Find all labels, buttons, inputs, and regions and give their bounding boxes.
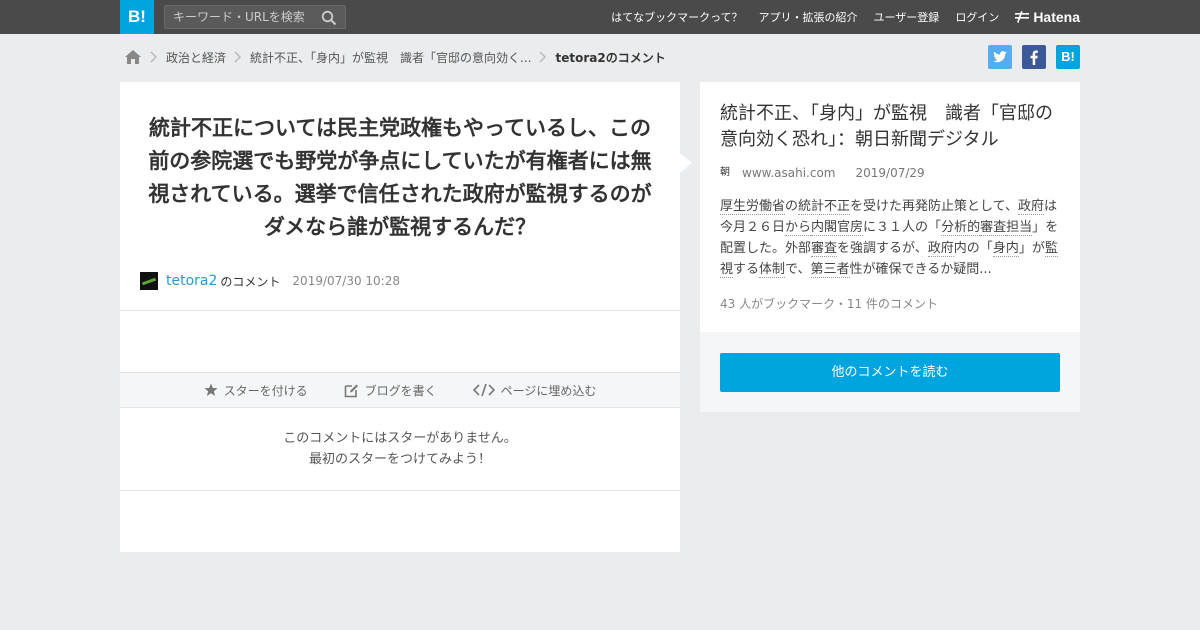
facebook-icon bbox=[1030, 50, 1038, 65]
description-keyword[interactable]: 統計不正 bbox=[798, 199, 851, 215]
entry-footer: 他のコメントを読む bbox=[700, 332, 1080, 412]
entry-title[interactable]: 統計不正、「身内」が監視 識者「官邸の意向効く恐れ」：朝日新聞デジタル bbox=[720, 101, 1065, 153]
entry-date: 2019/07/29 bbox=[855, 166, 925, 180]
search-box bbox=[164, 5, 346, 29]
hatena-brand-icon bbox=[1015, 11, 1030, 23]
description-keyword[interactable]: 体制 bbox=[759, 262, 786, 278]
add-star-button[interactable]: スターを付ける bbox=[203, 382, 308, 399]
divider bbox=[120, 490, 680, 491]
nav-about[interactable]: はてなブックマークって？ bbox=[611, 9, 742, 25]
facebook-share-button[interactable] bbox=[1022, 45, 1046, 69]
search-input[interactable] bbox=[165, 6, 315, 28]
site-favicon: 朝 bbox=[720, 167, 730, 178]
description-keyword[interactable]: 政府 bbox=[927, 241, 954, 257]
description-keyword[interactable]: 厚生労働省 bbox=[720, 199, 786, 215]
twitter-share-button[interactable] bbox=[988, 45, 1012, 69]
hatena-bookmark-share-button[interactable]: B! bbox=[1056, 45, 1080, 69]
chevron-right-icon bbox=[234, 51, 242, 63]
no-star-line-2: 最初のスターをつけてみよう！ bbox=[308, 452, 491, 467]
description-keyword[interactable]: 第三者 bbox=[810, 262, 850, 278]
description-keyword[interactable]: 政府 bbox=[1018, 199, 1045, 215]
embed-page-button[interactable]: ページに埋め込む bbox=[472, 382, 597, 399]
no-star-message: このコメントにはスターがありません。 最初のスターをつけてみよう！ bbox=[120, 428, 680, 470]
hatena-brand-text: Hatena bbox=[1033, 9, 1080, 25]
write-blog-button[interactable]: ブログを書く bbox=[344, 382, 437, 399]
edit-icon bbox=[344, 384, 358, 397]
description-keyword[interactable]: 身内 bbox=[992, 241, 1019, 257]
no-star-line-1: このコメントにはスターがありません。 bbox=[283, 431, 517, 446]
search-icon[interactable] bbox=[321, 10, 337, 26]
add-star-label: スターを付ける bbox=[223, 383, 308, 398]
description-keyword[interactable]: 担当 bbox=[1006, 220, 1033, 236]
comment-date[interactable]: 2019/07/30 10:28 bbox=[292, 274, 400, 288]
description-text: の bbox=[785, 199, 799, 214]
description-text: に３１人の「 bbox=[863, 220, 942, 235]
description-keyword[interactable]: 審査 bbox=[980, 220, 1007, 236]
breadcrumb-category[interactable]: 政治と経済 bbox=[166, 49, 226, 66]
description-text: する bbox=[733, 262, 760, 277]
share-buttons: B! bbox=[978, 45, 1080, 69]
entry-bookmark-count[interactable]: 43 人がブックマーク・11 件のコメント bbox=[720, 295, 938, 312]
comment-meta: tetora2 のコメント 2019/07/30 10:28 bbox=[140, 271, 400, 291]
read-other-comments-button[interactable]: 他のコメントを読む bbox=[720, 353, 1060, 392]
comment-username[interactable]: tetora2 bbox=[166, 273, 217, 289]
description-text: で、 bbox=[785, 262, 811, 277]
hatena-bookmark-logo[interactable]: B! bbox=[120, 0, 154, 34]
nav-login[interactable]: ログイン bbox=[955, 9, 999, 25]
entry-card: 統計不正、「身内」が監視 識者「官邸の意向効く恐れ」：朝日新聞デジタル 朝 ww… bbox=[700, 82, 1080, 332]
avatar[interactable] bbox=[140, 272, 158, 290]
nav-register[interactable]: ユーザー登録 bbox=[874, 9, 940, 25]
comment-card: 統計不正については民主党政権もやっているし、この前の参院選でも野党が争点にしてい… bbox=[120, 82, 680, 552]
header-nav: はてなブックマークって？ アプリ・拡張の紹介 ユーザー登録 ログイン Haten… bbox=[595, 0, 1080, 34]
description-keyword[interactable]: から bbox=[785, 220, 812, 236]
nav-apps[interactable]: アプリ・拡張の紹介 bbox=[759, 9, 858, 25]
description-text: を受けた再発防止策として、 bbox=[850, 199, 1019, 214]
twitter-icon bbox=[993, 51, 1007, 63]
description-text: 」が bbox=[1018, 241, 1045, 256]
description-keyword[interactable]: 内閣官房 bbox=[811, 220, 864, 236]
description-text: 性が確保できるか疑問... bbox=[849, 262, 992, 277]
description-text: を強調するが、 bbox=[837, 241, 928, 256]
write-blog-label: ブログを書く bbox=[364, 383, 437, 398]
comment-actions: スターを付ける ブログを書く ページに埋め込む bbox=[120, 372, 680, 408]
entry-domain[interactable]: www.asahi.com bbox=[742, 166, 836, 180]
entry-meta: 朝 www.asahi.com 2019/07/29 bbox=[720, 166, 925, 180]
top-navigation-bar: B! はてなブックマークって？ アプリ・拡張の紹介 ユーザー登録 ログイン Ha… bbox=[0, 0, 1200, 34]
home-icon[interactable] bbox=[124, 49, 142, 65]
description-text: 内の「 bbox=[953, 241, 993, 256]
breadcrumb-current: tetora2のコメント bbox=[555, 50, 666, 65]
star-icon bbox=[203, 383, 218, 396]
comment-body: 統計不正については民主党政権もやっているし、この前の参院選でも野党が争点にしてい… bbox=[148, 116, 652, 239]
hatena-brand-link[interactable]: Hatena bbox=[1015, 9, 1080, 25]
breadcrumb: 政治と経済 統計不正、「身内」が監視 識者「官邸の意向効く... tetora2… bbox=[124, 46, 666, 68]
code-icon bbox=[472, 383, 495, 397]
embed-page-label: ページに埋め込む bbox=[500, 383, 597, 398]
card-pointer bbox=[680, 153, 692, 173]
chevron-right-icon bbox=[539, 51, 547, 63]
comment-label: のコメント bbox=[220, 274, 281, 289]
description-keyword[interactable]: 審査 bbox=[811, 241, 838, 257]
divider bbox=[120, 310, 680, 311]
breadcrumb-article[interactable]: 統計不正、「身内」が監視 識者「官邸の意向効く... bbox=[250, 49, 531, 66]
chevron-right-icon bbox=[150, 51, 158, 63]
description-keyword[interactable]: 分析的 bbox=[941, 220, 981, 236]
entry-description: 厚生労働省の統計不正を受けた再発防止策として、政府は今月２６日から内閣官房に３１… bbox=[720, 196, 1065, 280]
